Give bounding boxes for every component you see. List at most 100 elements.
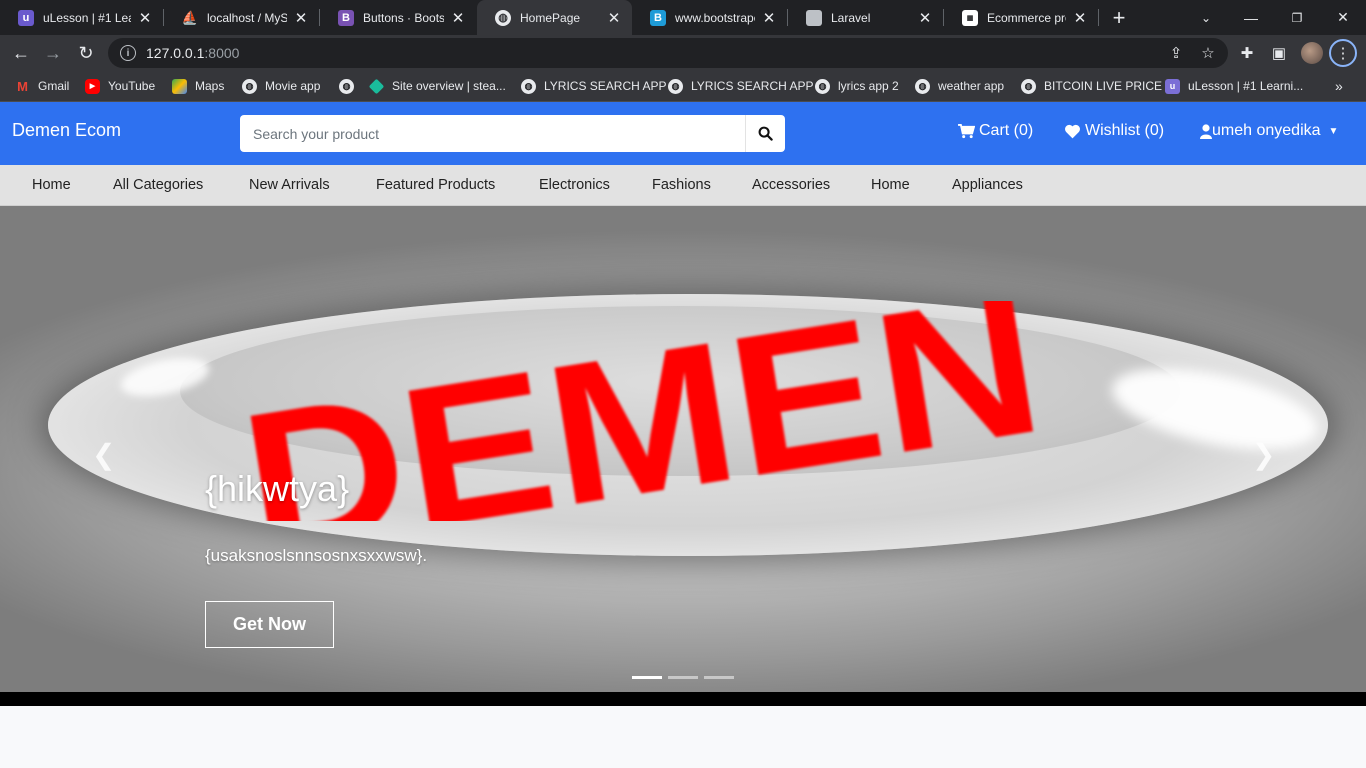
nav-accessories[interactable]: Accessories: [752, 177, 830, 193]
close-window-icon[interactable]: ✕: [1320, 0, 1366, 35]
tab-homepage[interactable]: ◍ HomePage ✕: [477, 0, 632, 35]
address-bar[interactable]: i 127.0.0.1:8000: [108, 38, 1228, 68]
bookmarks-bar: M Gmail ▶ YouTube Maps ◍ Movie app ◍ Sit…: [0, 71, 1366, 102]
bookmark-youtube[interactable]: ▶ YouTube: [85, 75, 155, 97]
new-tab-icon[interactable]: +: [1098, 0, 1140, 35]
section-divider: [0, 692, 1366, 706]
ulesson-icon: u: [18, 9, 34, 26]
more-bookmarks-icon[interactable]: »: [1335, 75, 1343, 97]
hero-title: {hikwtya}: [205, 468, 350, 509]
wishlist-link[interactable]: Wishlist (0): [1064, 122, 1164, 140]
tab-bootstrap-buttons[interactable]: B Buttons · Bootstra ✕: [320, 0, 476, 35]
carousel-indicator-3[interactable]: [704, 676, 734, 679]
tab-bootstrapcdn[interactable]: B www.bootstrapcd ✕: [632, 0, 787, 35]
search-input[interactable]: [240, 115, 745, 152]
nav-featured-products[interactable]: Featured Products: [376, 177, 495, 193]
tab-laravel[interactable]: Laravel ✕: [788, 0, 943, 35]
bookmark-lyrics-app-2[interactable]: ◍ lyrics app 2: [815, 75, 899, 97]
get-now-button[interactable]: Get Now: [205, 601, 334, 648]
nav-all-categories[interactable]: All Categories: [113, 177, 203, 193]
phpmyadmin-icon: ⛵: [181, 9, 199, 25]
close-icon[interactable]: ✕: [1072, 9, 1088, 27]
bookmark-gmail[interactable]: M Gmail: [15, 75, 69, 97]
tab-title: www.bootstrapcd: [675, 10, 755, 25]
bookmark-lyrics-search-1[interactable]: ◍ LYRICS SEARCH APP: [521, 75, 666, 97]
tab-title: Ecommerce prod: [987, 10, 1066, 25]
carousel-indicator-2[interactable]: [668, 676, 698, 679]
close-icon[interactable]: ✕: [450, 9, 466, 27]
close-icon[interactable]: ✕: [917, 9, 933, 27]
cart-link[interactable]: Cart (0): [958, 122, 1033, 140]
ulesson-icon: u: [1165, 78, 1180, 94]
bookmark-weather-app[interactable]: ◍ weather app: [915, 75, 1004, 97]
bookmark-maps[interactable]: Maps: [172, 75, 224, 97]
category-nav: Home All Categories New Arrivals Feature…: [0, 165, 1366, 206]
browser-tab-strip: u uLesson | #1 Lear ✕ ⛵ localhost / MySQ…: [0, 0, 1366, 35]
nav-home-2[interactable]: Home: [871, 177, 910, 193]
user-name: umeh onyedika: [1212, 122, 1321, 139]
tab-title: uLesson | #1 Lear: [43, 10, 131, 25]
back-icon[interactable]: ←: [6, 38, 36, 68]
wishlist-label: Wishlist (0): [1085, 122, 1165, 139]
cart-label: Cart (0): [979, 122, 1034, 139]
user-icon: [1200, 123, 1212, 139]
globe-icon: ◍: [668, 78, 683, 94]
bootstrap-icon: B: [338, 9, 354, 26]
carousel-prev-icon[interactable]: ❮: [92, 438, 115, 471]
brand-logo[interactable]: Demen Ecom: [12, 120, 121, 141]
tab-search-icon[interactable]: ⌄: [1183, 0, 1229, 35]
nav-home[interactable]: Home: [32, 177, 71, 193]
search-button[interactable]: [745, 115, 785, 152]
globe-icon: ◍: [339, 78, 354, 94]
search-bar: [240, 115, 785, 152]
bookmark-movie-app[interactable]: ◍ Movie app: [242, 75, 320, 97]
menu-icon[interactable]: ⋮: [1329, 39, 1357, 67]
bookmark-lyrics-search-2[interactable]: ◍ LYRICS SEARCH APP: [668, 75, 813, 97]
info-icon[interactable]: i: [120, 45, 136, 61]
nav-electronics[interactable]: Electronics: [539, 177, 610, 193]
demen-logo-graphic: DEMEN: [230, 301, 1054, 521]
maps-icon: [172, 78, 187, 94]
site-header: Demen Ecom Cart (0) Wishlist (0) umeh on…: [0, 102, 1366, 165]
share-icon[interactable]: ⇪: [1161, 38, 1191, 68]
globe-icon: ◍: [495, 9, 511, 26]
bookmark-bitcoin[interactable]: ◍ BITCOIN LIVE PRICE: [1021, 75, 1162, 97]
logo-text: DEMEN: [230, 301, 1054, 521]
carousel-next-icon[interactable]: ❯: [1252, 438, 1275, 471]
globe-icon: ◍: [242, 78, 257, 94]
bookmark-site-overview[interactable]: Site overview | stea...: [368, 75, 506, 97]
laravel-icon: [806, 9, 822, 26]
close-icon[interactable]: ✕: [606, 9, 622, 27]
reload-icon[interactable]: ↻: [71, 38, 101, 68]
close-icon[interactable]: ✕: [761, 9, 777, 27]
youtube-icon: ▶: [85, 78, 100, 94]
user-dropdown[interactable]: umeh onyedika ▼: [1200, 122, 1338, 140]
bookmark-ulesson[interactable]: u uLesson | #1 Learni...: [1165, 75, 1303, 97]
heart-icon: [1065, 124, 1080, 138]
bookmark-star-icon[interactable]: ☆: [1193, 38, 1223, 68]
tab-ulesson[interactable]: u uLesson | #1 Lear ✕: [0, 0, 163, 35]
nav-fashions[interactable]: Fashions: [652, 177, 711, 193]
close-icon[interactable]: ✕: [293, 9, 309, 27]
forward-icon[interactable]: →: [38, 38, 68, 68]
carousel-indicators: [632, 676, 734, 679]
nav-new-arrivals[interactable]: New Arrivals: [249, 177, 330, 193]
cart-icon: [958, 123, 975, 138]
minimize-icon[interactable]: —: [1228, 0, 1274, 35]
extensions-icon[interactable]: ✚: [1232, 38, 1262, 68]
hero-carousel: DEMEN ❮ ❯ {hikwtya} {usaksnoslsnnsosnxsx…: [0, 206, 1366, 692]
tab-ecommerce[interactable]: ▦ Ecommerce prod ✕: [944, 0, 1098, 35]
globe-icon: ◍: [815, 78, 830, 94]
restore-icon[interactable]: ❐: [1274, 0, 1320, 35]
search-icon: [758, 126, 773, 141]
avatar[interactable]: [1297, 38, 1327, 68]
bookmark-unnamed[interactable]: ◍: [339, 75, 362, 97]
tab-phpmyadmin[interactable]: ⛵ localhost / MySQ ✕: [164, 0, 319, 35]
nav-appliances[interactable]: Appliances: [952, 177, 1023, 193]
bootstrapcdn-icon: B: [650, 9, 666, 26]
close-icon[interactable]: ✕: [137, 9, 153, 27]
carousel-indicator-1[interactable]: [632, 676, 662, 679]
side-panel-icon[interactable]: ▣: [1264, 38, 1294, 68]
browser-toolbar: ← → ↻ i 127.0.0.1:8000 ⇪ ☆ ✚ ▣ ⋮: [0, 35, 1366, 71]
globe-icon: ◍: [915, 78, 930, 94]
